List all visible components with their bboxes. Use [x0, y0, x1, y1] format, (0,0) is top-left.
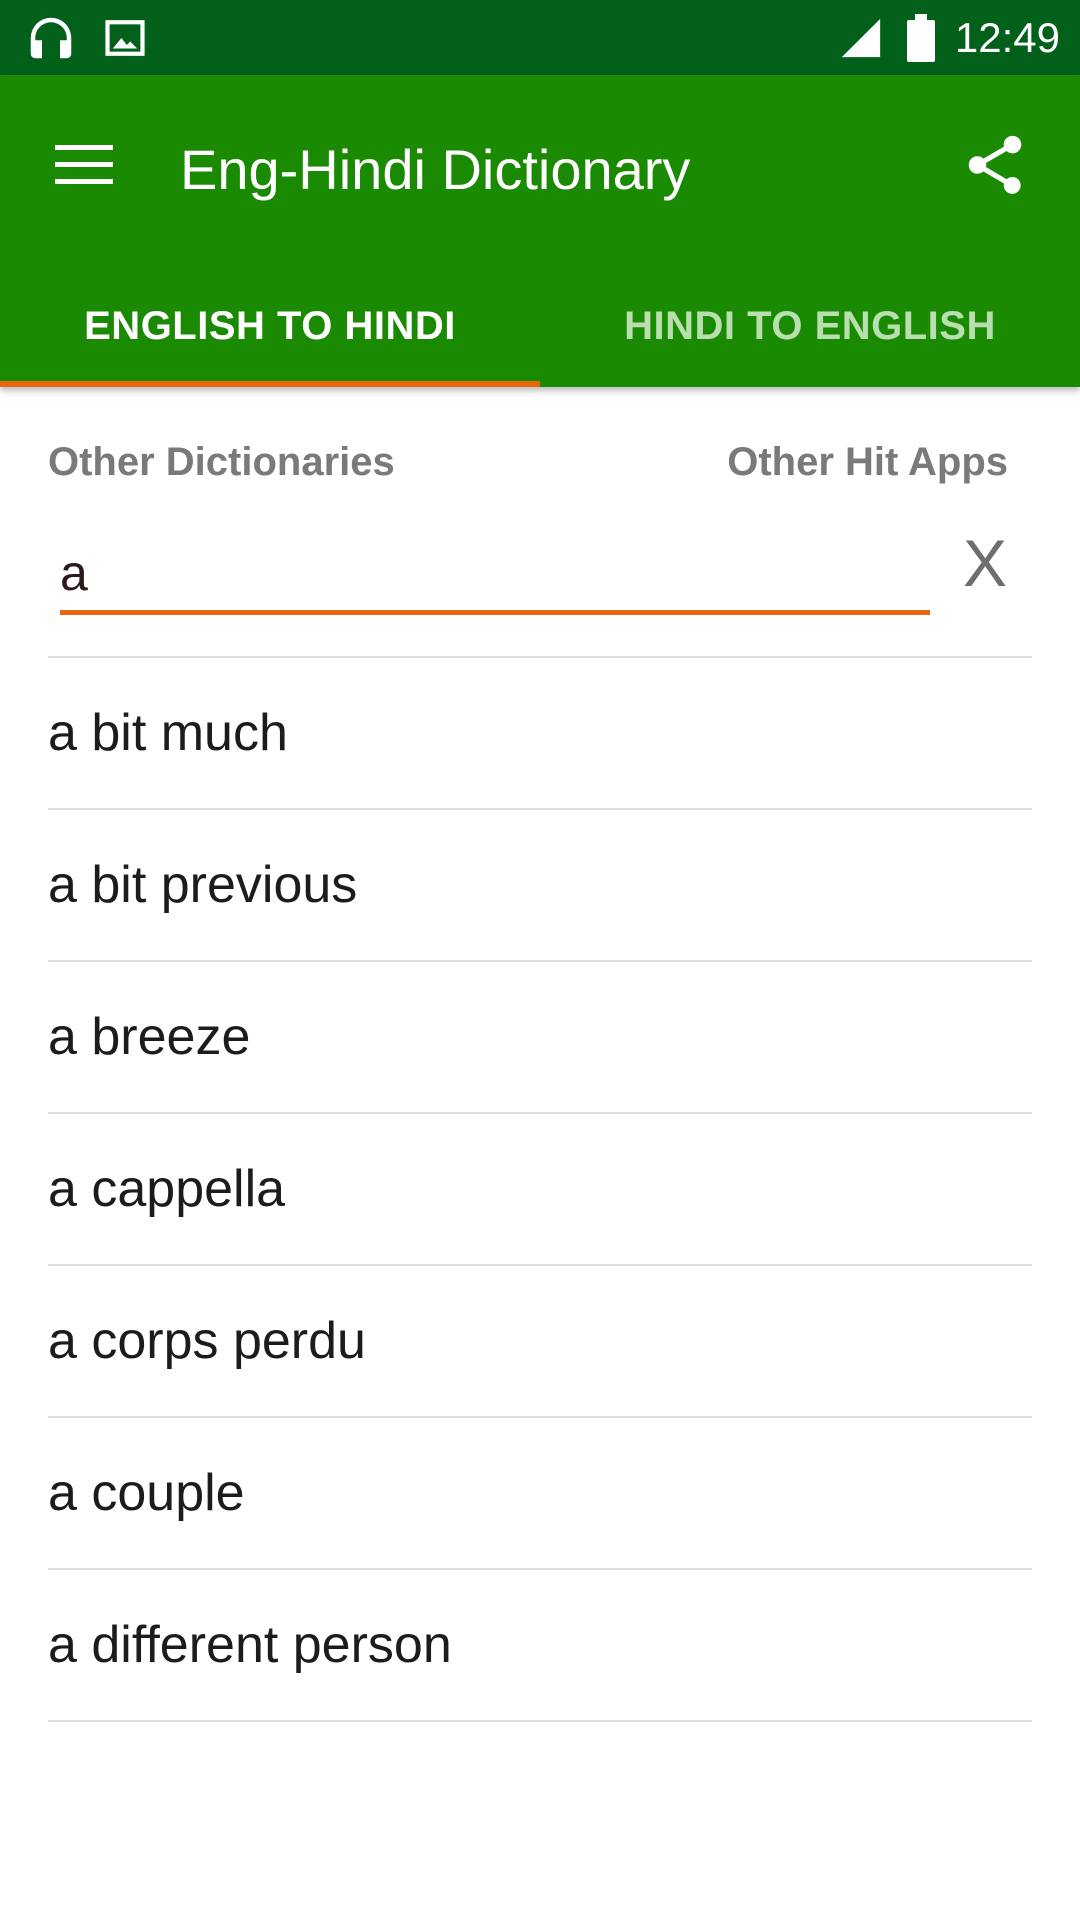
app-title: Eng-Hindi Dictionary	[180, 138, 691, 201]
list-item[interactable]: a bit much	[48, 658, 1032, 810]
links-row: Other Dictionaries Other Hit Apps	[48, 440, 1008, 500]
share-icon[interactable]	[950, 120, 1040, 210]
image-icon	[104, 0, 146, 75]
list-item[interactable]: a different person	[48, 1570, 1032, 1722]
app-bar: Eng-Hindi Dictionary ENGLISH TO HINDI HI…	[0, 75, 1080, 387]
hamburger-menu-icon[interactable]	[40, 120, 130, 210]
tab-hindi-to-english[interactable]: HINDI TO ENGLISH	[540, 265, 1080, 387]
list-item[interactable]: a bit previous	[48, 810, 1032, 962]
signal-icon	[838, 0, 884, 75]
list-item[interactable]: a couple	[48, 1418, 1032, 1570]
list-item[interactable]: a corps perdu	[48, 1266, 1032, 1418]
clear-search-button[interactable]: X	[935, 520, 1035, 605]
search-input[interactable]	[60, 535, 930, 615]
other-dictionaries-link[interactable]: Other Dictionaries	[48, 440, 395, 485]
results-list: a bit much a bit previous a breeze a cap…	[48, 656, 1032, 1722]
headphones-icon	[24, 0, 78, 75]
tab-bar: ENGLISH TO HINDI HINDI TO ENGLISH	[0, 265, 1080, 387]
list-item[interactable]: a breeze	[48, 962, 1032, 1114]
search-wrap	[60, 535, 930, 620]
status-bar: 12:49	[0, 0, 1080, 75]
status-time: 12:49	[954, 14, 1060, 61]
list-item[interactable]: a cappella	[48, 1114, 1032, 1266]
tab-english-to-hindi[interactable]: ENGLISH TO HINDI	[0, 265, 540, 387]
other-hit-apps-link[interactable]: Other Hit Apps	[727, 440, 1008, 485]
battery-icon	[906, 0, 936, 75]
